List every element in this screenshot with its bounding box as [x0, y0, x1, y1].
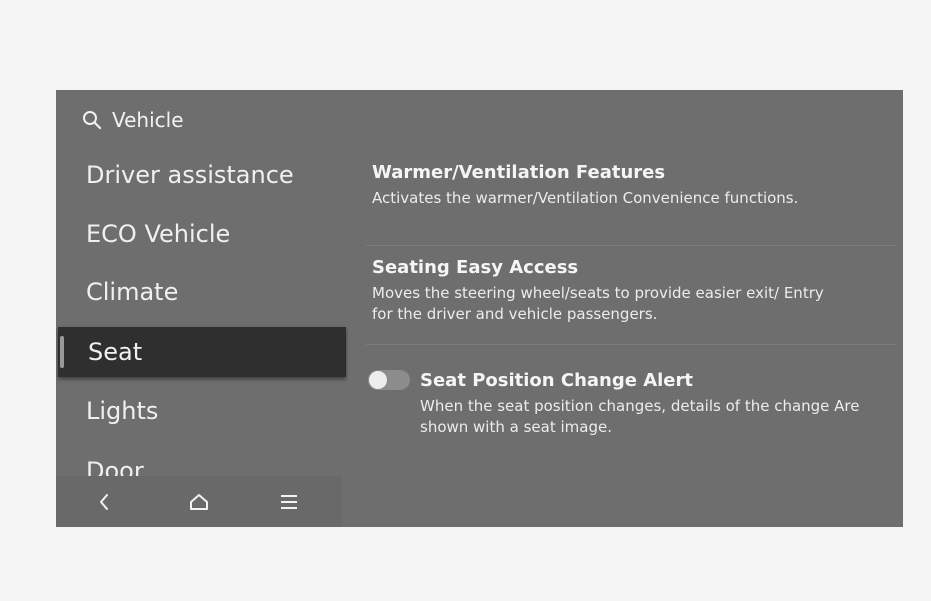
back-button[interactable]	[84, 486, 124, 518]
divider	[366, 245, 896, 246]
setting-description: Activates the warmer/Ventilation Conveni…	[372, 189, 799, 207]
setting-seat-position-alert[interactable]: Seat Position Change Alert When the seat…	[420, 370, 900, 438]
divider	[366, 344, 896, 345]
setting-seating-easy-access[interactable]: Seating Easy Access Moves the steering w…	[372, 257, 892, 325]
sidebar: Driver assistance ECO Vehicle Climate Se…	[56, 146, 348, 476]
back-icon	[100, 494, 108, 510]
sidebar-item-climate[interactable]: Climate	[56, 267, 342, 317]
search-label: Vehicle	[112, 108, 184, 132]
seat-position-alert-toggle[interactable]	[368, 370, 410, 390]
bottom-nav	[56, 476, 342, 527]
setting-description: Moves the steering wheel/seats to provid…	[372, 284, 824, 323]
sidebar-item-lights[interactable]: Lights	[56, 386, 342, 436]
sidebar-item-door[interactable]: Door	[56, 446, 342, 476]
sidebar-item-driver-assistance[interactable]: Driver assistance	[56, 150, 342, 200]
menu-button[interactable]	[269, 486, 309, 518]
search-bar[interactable]: Vehicle	[82, 106, 184, 134]
setting-title: Seating Easy Access	[372, 257, 579, 278]
sidebar-item-label: Climate	[86, 278, 179, 306]
settings-screen: Vehicle Driver assistance ECO Vehicle Cl…	[56, 90, 903, 527]
sidebar-item-label: ECO Vehicle	[86, 220, 231, 248]
sidebar-item-label: Lights	[86, 397, 159, 425]
menu-icon	[281, 495, 297, 509]
home-button[interactable]	[179, 486, 219, 518]
toggle-knob	[369, 371, 387, 389]
search-icon	[82, 110, 102, 130]
home-icon	[190, 494, 208, 510]
sidebar-item-label: Driver assistance	[86, 161, 294, 189]
setting-description: When the seat position changes, details …	[420, 397, 860, 436]
sidebar-item-eco-vehicle[interactable]: ECO Vehicle	[56, 209, 342, 259]
sidebar-item-label: Door	[86, 457, 144, 476]
setting-title: Seat Position Change Alert	[420, 370, 693, 391]
sidebar-item-seat[interactable]: Seat	[58, 327, 346, 377]
setting-title: Warmer/Ventilation Features	[372, 162, 666, 183]
sidebar-item-label: Seat	[88, 338, 143, 366]
setting-warmer-ventilation[interactable]: Warmer/Ventilation Features Activates th…	[372, 162, 892, 209]
